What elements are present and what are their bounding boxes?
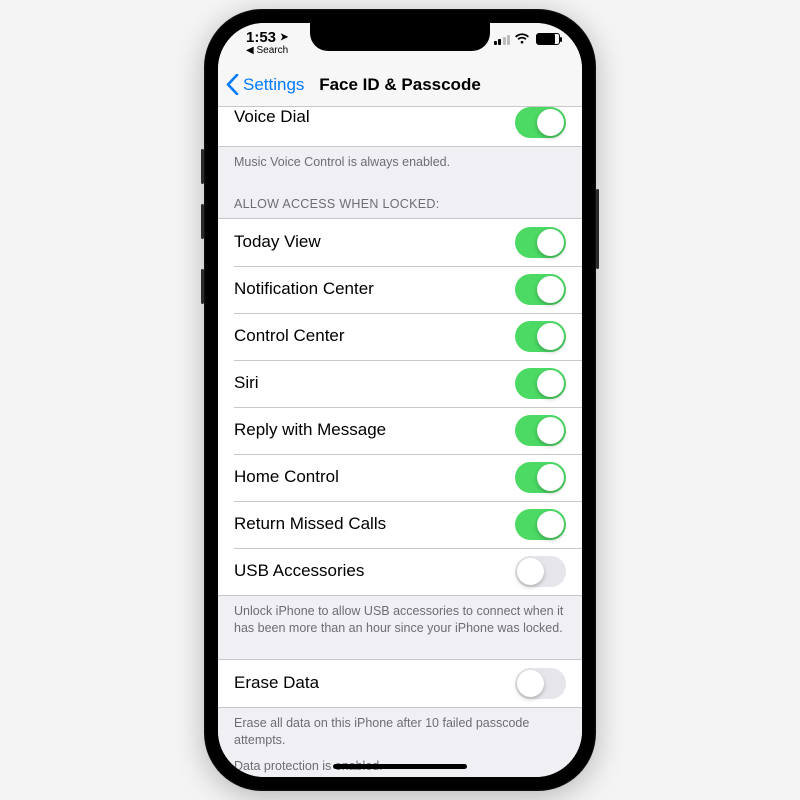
allow-access-toggle[interactable] (515, 321, 566, 352)
erase-data-group: Erase Data (218, 659, 582, 708)
erase-data-footer-1: Erase all data on this iPhone after 10 f… (218, 708, 582, 757)
allow-access-toggle[interactable] (515, 227, 566, 258)
back-label: Settings (243, 75, 304, 95)
allow-access-row: USB Accessories (218, 548, 582, 595)
allow-access-item-label: Control Center (234, 326, 345, 346)
allow-access-row: Today View (218, 219, 582, 266)
wifi-icon (514, 33, 530, 45)
allow-access-row: Reply with Message (218, 407, 582, 454)
allow-access-toggle[interactable] (515, 462, 566, 493)
erase-data-row: Erase Data (218, 660, 582, 707)
voice-dial-label: Voice Dial (234, 107, 310, 127)
nav-bar: Settings Face ID & Passcode (218, 63, 582, 107)
chevron-left-icon (226, 74, 239, 95)
allow-access-footer: Unlock iPhone to allow USB accessories t… (218, 596, 582, 645)
notch (310, 23, 490, 51)
cellular-icon (494, 34, 511, 45)
allow-access-item-label: Today View (234, 232, 321, 252)
allow-access-item-label: Home Control (234, 467, 339, 487)
battery-icon (536, 33, 560, 45)
allow-access-item-label: Siri (234, 373, 259, 393)
allow-access-toggle[interactable] (515, 509, 566, 540)
allow-access-row: Return Missed Calls (218, 501, 582, 548)
voice-dial-footer: Music Voice Control is always enabled. (218, 147, 582, 179)
allow-access-toggle[interactable] (515, 368, 566, 399)
allow-access-item-label: Return Missed Calls (234, 514, 386, 534)
allow-access-row: Control Center (218, 313, 582, 360)
allow-access-item-label: Notification Center (234, 279, 374, 299)
phone-frame: 1:53 ➤ ◀ Search Settings Face ID & Passc… (204, 9, 596, 791)
content[interactable]: Voice Dial Music Voice Control is always… (218, 107, 582, 777)
allow-access-row: Notification Center (218, 266, 582, 313)
page-title: Face ID & Passcode (319, 75, 481, 95)
home-indicator[interactable] (333, 764, 467, 769)
allow-access-item-label: USB Accessories (234, 561, 364, 581)
allow-access-toggle[interactable] (515, 274, 566, 305)
screen: 1:53 ➤ ◀ Search Settings Face ID & Passc… (218, 23, 582, 777)
allow-access-header: Allow Access When Locked: (218, 179, 582, 218)
location-icon: ➤ (280, 32, 288, 43)
allow-access-toggle[interactable] (515, 415, 566, 446)
erase-data-toggle[interactable] (515, 668, 566, 699)
allow-access-row: Home Control (218, 454, 582, 501)
allow-access-toggle[interactable] (515, 556, 566, 587)
allow-access-list: Today View Notification Center Control Cen… (218, 218, 582, 596)
allow-access-item-label: Reply with Message (234, 420, 386, 440)
voice-dial-group: Voice Dial (218, 107, 582, 147)
back-button[interactable]: Settings (226, 63, 304, 106)
erase-data-label: Erase Data (234, 673, 319, 693)
allow-access-row: Siri (218, 360, 582, 407)
voice-dial-row: Voice Dial (218, 107, 582, 146)
status-time: 1:53 (246, 29, 276, 46)
status-breadcrumb[interactable]: ◀ Search (246, 45, 288, 56)
voice-dial-toggle[interactable] (515, 107, 566, 138)
